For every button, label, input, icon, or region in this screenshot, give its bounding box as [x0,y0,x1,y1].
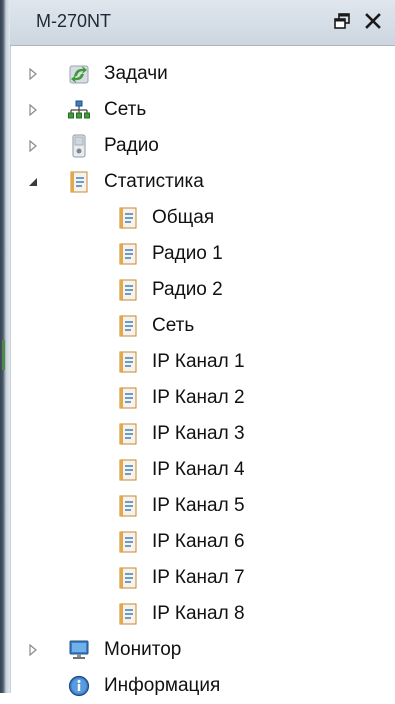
tree-item-monitor[interactable]: Монитор [11,632,395,668]
tree-item-label: Информация [104,675,221,696]
tree-subitem-ip-channel-8[interactable]: IP Канал 8 [11,596,395,632]
tree-item-tasks[interactable]: Задачи [11,56,395,92]
tasks-icon [68,62,90,86]
monitor-icon [68,638,90,662]
navigation-tree: Задачи Сеть Радио Статистика Общая Радио… [10,46,395,697]
statistics-page-icon [117,206,139,230]
tree-item-label: Задачи [104,63,168,84]
statistics-page-icon [117,530,139,554]
tree-item-label: Радио [104,135,159,156]
expand-arrow-icon[interactable] [26,67,40,81]
tree-item-label: Статистика [104,171,204,192]
tree-item-statistics[interactable]: Статистика [11,164,395,200]
tree-item-label: Сеть [104,99,147,120]
close-icon[interactable] [362,9,384,33]
statistics-page-icon [117,566,139,590]
expand-arrow-icon[interactable] [26,643,40,657]
tree-item-label: IP Канал 5 [152,495,245,516]
tree-subitem-ip-channel-6[interactable]: IP Канал 6 [11,524,395,560]
statistics-page-icon [117,278,139,302]
panel-title: M-270NT [36,11,112,31]
tree-subitem-general[interactable]: Общая [11,200,395,236]
statistics-page-icon [117,602,139,626]
panel-titlebar[interactable]: M-270NT [10,0,395,46]
tree-item-label: Сеть [152,315,195,336]
tree-item-label: IP Канал 8 [152,603,245,624]
collapse-arrow-icon[interactable] [26,175,40,189]
tree-item-label: IP Канал 7 [152,567,245,588]
statistics-page-icon [117,242,139,266]
tree-item-label: IP Канал 3 [152,423,245,444]
tree-subitem-radio-2[interactable]: Радио 2 [11,272,395,308]
tree-item-label: IP Канал 1 [152,351,245,372]
statistics-page-icon [117,458,139,482]
tree-subitem-ip-channel-7[interactable]: IP Канал 7 [11,560,395,596]
expand-arrow-icon[interactable] [26,139,40,153]
statistics-page-icon [117,494,139,518]
tree-item-information[interactable]: Информация [11,668,395,704]
float-window-icon[interactable] [331,9,353,33]
tree-item-label: IP Канал 2 [152,387,245,408]
info-icon [68,674,90,698]
tree-item-label: IP Канал 4 [152,459,245,480]
tree-item-radio[interactable]: Радио [11,128,395,164]
tree-item-label: Общая [152,207,215,228]
tree-item-label: Радио 1 [152,243,223,264]
tree-subitem-network[interactable]: Сеть [11,308,395,344]
radio-device-icon [68,134,90,158]
expand-arrow-icon[interactable] [26,103,40,117]
statistics-icon [68,170,90,194]
tree-subitem-ip-channel-4[interactable]: IP Канал 4 [11,452,395,488]
statistics-page-icon [117,350,139,374]
tree-item-label: Радио 2 [152,279,223,300]
tree-item-network[interactable]: Сеть [11,92,395,128]
tree-subitem-ip-channel-2[interactable]: IP Канал 2 [11,380,395,416]
left-edge-accent [2,340,5,370]
tree-item-label: IP Канал 6 [152,531,245,552]
statistics-page-icon [117,386,139,410]
network-icon [68,98,90,122]
statistics-page-icon [117,422,139,446]
tool-panel: M-270NT Задачи Сеть Радио Статистика Общ… [0,0,395,697]
tree-subitem-ip-channel-5[interactable]: IP Канал 5 [11,488,395,524]
tree-subitem-ip-channel-3[interactable]: IP Канал 3 [11,416,395,452]
tree-item-label: Монитор [104,639,182,660]
statistics-page-icon [117,314,139,338]
tree-subitem-radio-1[interactable]: Радио 1 [11,236,395,272]
tree-subitem-ip-channel-1[interactable]: IP Канал 1 [11,344,395,380]
